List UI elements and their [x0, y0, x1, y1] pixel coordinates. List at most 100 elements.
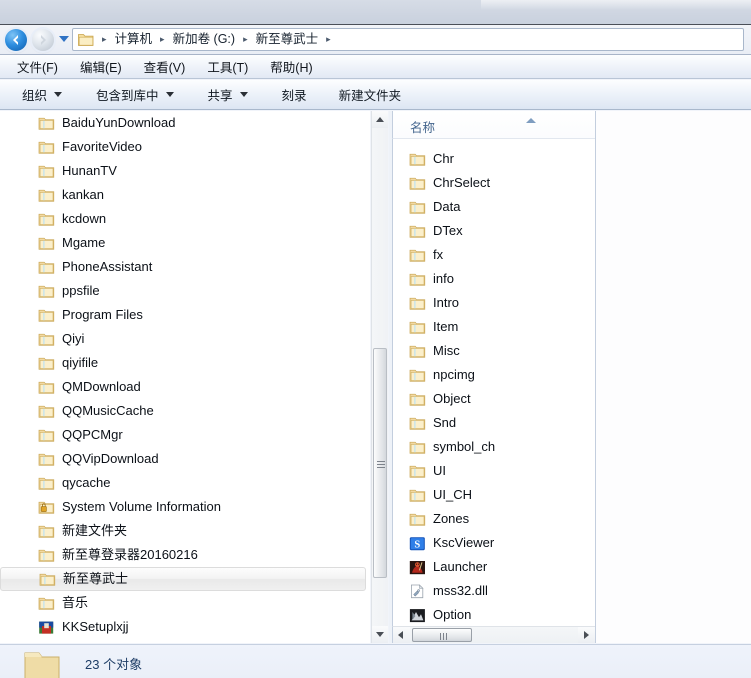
tree-vertical-scrollbar[interactable] [371, 111, 388, 643]
tree-item[interactable]: HunanTV [0, 159, 366, 183]
tree-item[interactable]: QMDownload [0, 375, 366, 399]
list-item[interactable]: Intro [409, 291, 595, 315]
grip-line [443, 633, 444, 640]
tree-item[interactable]: 新至尊武士 [0, 567, 366, 591]
tree-item[interactable]: ppsfile [0, 279, 366, 303]
menu-item-view[interactable]: 查看(V) [133, 55, 197, 78]
scroll-left-button[interactable] [393, 627, 410, 643]
tree-item[interactable]: QQVipDownload [0, 447, 366, 471]
folder-icon [38, 405, 55, 418]
breadcrumb-item-2[interactable]: 新至尊武士 [254, 29, 321, 50]
grip-line [377, 464, 385, 465]
list-item[interactable]: Chr [409, 147, 595, 171]
tree-item[interactable]: Mgame [0, 231, 366, 255]
list-item[interactable]: symbol_ch [409, 435, 595, 459]
scroll-up-button[interactable] [372, 111, 388, 128]
tree-item[interactable]: BaiduYunDownload [0, 111, 366, 135]
list-item[interactable]: fx [409, 243, 595, 267]
scrollbar-thumb[interactable] [412, 628, 472, 642]
scroll-right-button[interactable] [578, 627, 595, 643]
breadcrumb-separator: ▸ [160, 34, 165, 44]
list-item-label: UI [433, 463, 446, 478]
scrollbar-thumb[interactable] [373, 348, 387, 578]
list-item[interactable]: ChrSelect [409, 171, 595, 195]
list-item[interactable]: S KscViewer [409, 531, 595, 555]
app-colorful-icon [39, 621, 54, 634]
file-list-horizontal-scrollbar[interactable] [392, 626, 595, 643]
menu-item-edit[interactable]: 编辑(E) [69, 55, 133, 78]
breadcrumb-item-1[interactable]: 新加卷 (G:) [171, 29, 238, 50]
scroll-down-button[interactable] [372, 626, 388, 643]
menu-item-tools[interactable]: 工具(T) [196, 55, 259, 78]
list-item-label: mss32.dll [433, 583, 488, 598]
tree-item[interactable]: QQPCMgr [0, 423, 366, 447]
breadcrumb-item-0[interactable]: 计算机 [113, 29, 155, 50]
tree-item[interactable]: FavoriteVideo [0, 135, 366, 159]
share-button[interactable]: 共享 [198, 82, 258, 107]
tree-item[interactable]: QQMusicCache [0, 399, 366, 423]
include-in-library-button[interactable]: 包含到库中 [86, 82, 184, 107]
tree-item[interactable]: Qiyi [0, 327, 366, 351]
tree-item[interactable]: 新建文件夹 [0, 519, 366, 543]
folder-icon [38, 525, 55, 538]
list-item[interactable]: Snd [409, 411, 595, 435]
tree-item[interactable]: 新至尊登录器20160216 [0, 543, 366, 567]
tree-item[interactable]: kankan [0, 183, 366, 207]
column-header-name[interactable]: 名称 [410, 117, 435, 136]
caret-up-icon [376, 117, 384, 122]
menu-item-file[interactable]: 文件(F) [6, 55, 69, 78]
tree-item[interactable]: kcdown [0, 207, 366, 231]
breadcrumb[interactable]: ▸ 计算机 ▸ 新加卷 (G:) ▸ 新至尊武士 ▸ [72, 28, 744, 51]
list-item[interactable]: Object [409, 387, 595, 411]
tree-item[interactable]: qycache [0, 471, 366, 495]
tree-item[interactable]: PhoneAssistant [0, 255, 366, 279]
new-folder-button[interactable]: 新建文件夹 [329, 82, 412, 107]
list-item[interactable]: Zones [409, 507, 595, 531]
list-item[interactable]: Data [409, 195, 595, 219]
forward-button[interactable] [32, 29, 54, 51]
list-item[interactable]: Item [409, 315, 595, 339]
folder-icon [409, 393, 426, 406]
tree-item[interactable]: 音乐 [0, 591, 366, 615]
folder-icon [409, 513, 426, 526]
tree-item[interactable]: 新加卷 (H:) [0, 639, 366, 643]
chevron-down-icon [239, 92, 248, 97]
recent-locations-button[interactable] [59, 36, 69, 42]
list-item[interactable]: mss32.dll [409, 579, 595, 603]
folder-icon [409, 249, 426, 262]
dll-file-icon [411, 583, 424, 598]
folder-icon [409, 273, 426, 286]
tree-item[interactable]: qiyifile [0, 351, 366, 375]
list-item[interactable]: Launcher [409, 555, 595, 579]
back-button[interactable] [5, 29, 27, 51]
menu-item-help[interactable]: 帮助(H) [259, 55, 323, 78]
list-item[interactable]: npcimg [409, 363, 595, 387]
tree-item-label: 新至尊登录器20160216 [62, 547, 198, 562]
tree-item[interactable]: System Volume Information [0, 495, 366, 519]
list-item[interactable]: Option [409, 603, 595, 627]
list-item-label: UI_CH [433, 487, 473, 502]
folder-icon [409, 417, 426, 430]
tree-item[interactable]: KKSetuplxjj [0, 615, 366, 639]
list-item[interactable]: Misc [409, 339, 595, 363]
list-item[interactable]: UI [409, 459, 595, 483]
folder-icon [78, 33, 94, 46]
folder-icon [38, 429, 55, 442]
folder-icon [38, 237, 55, 250]
sort-ascending-icon [526, 118, 536, 123]
tree-item-label: PhoneAssistant [62, 259, 153, 274]
folder-icon [38, 477, 55, 490]
tree-item-label: 音乐 [62, 595, 89, 610]
file-list-pane[interactable]: Chr ChrSelect Data DTex fx info Intro Item Misc n… [392, 111, 595, 643]
navigation-tree-pane[interactable]: BaiduYunDownload FavoriteVideo HunanTV kank… [0, 111, 370, 643]
list-item-label: KscViewer [433, 535, 495, 550]
burn-button[interactable]: 刻录 [272, 82, 317, 107]
list-item[interactable]: info [409, 267, 595, 291]
tree-item-label: QQVipDownload [62, 451, 159, 466]
organize-button[interactable]: 组织 [12, 82, 72, 107]
breadcrumb-separator: ▸ [326, 34, 331, 44]
tree-item[interactable]: Program Files [0, 303, 366, 327]
list-item[interactable]: DTex [409, 219, 595, 243]
folder-icon [409, 465, 426, 478]
list-item[interactable]: UI_CH [409, 483, 595, 507]
